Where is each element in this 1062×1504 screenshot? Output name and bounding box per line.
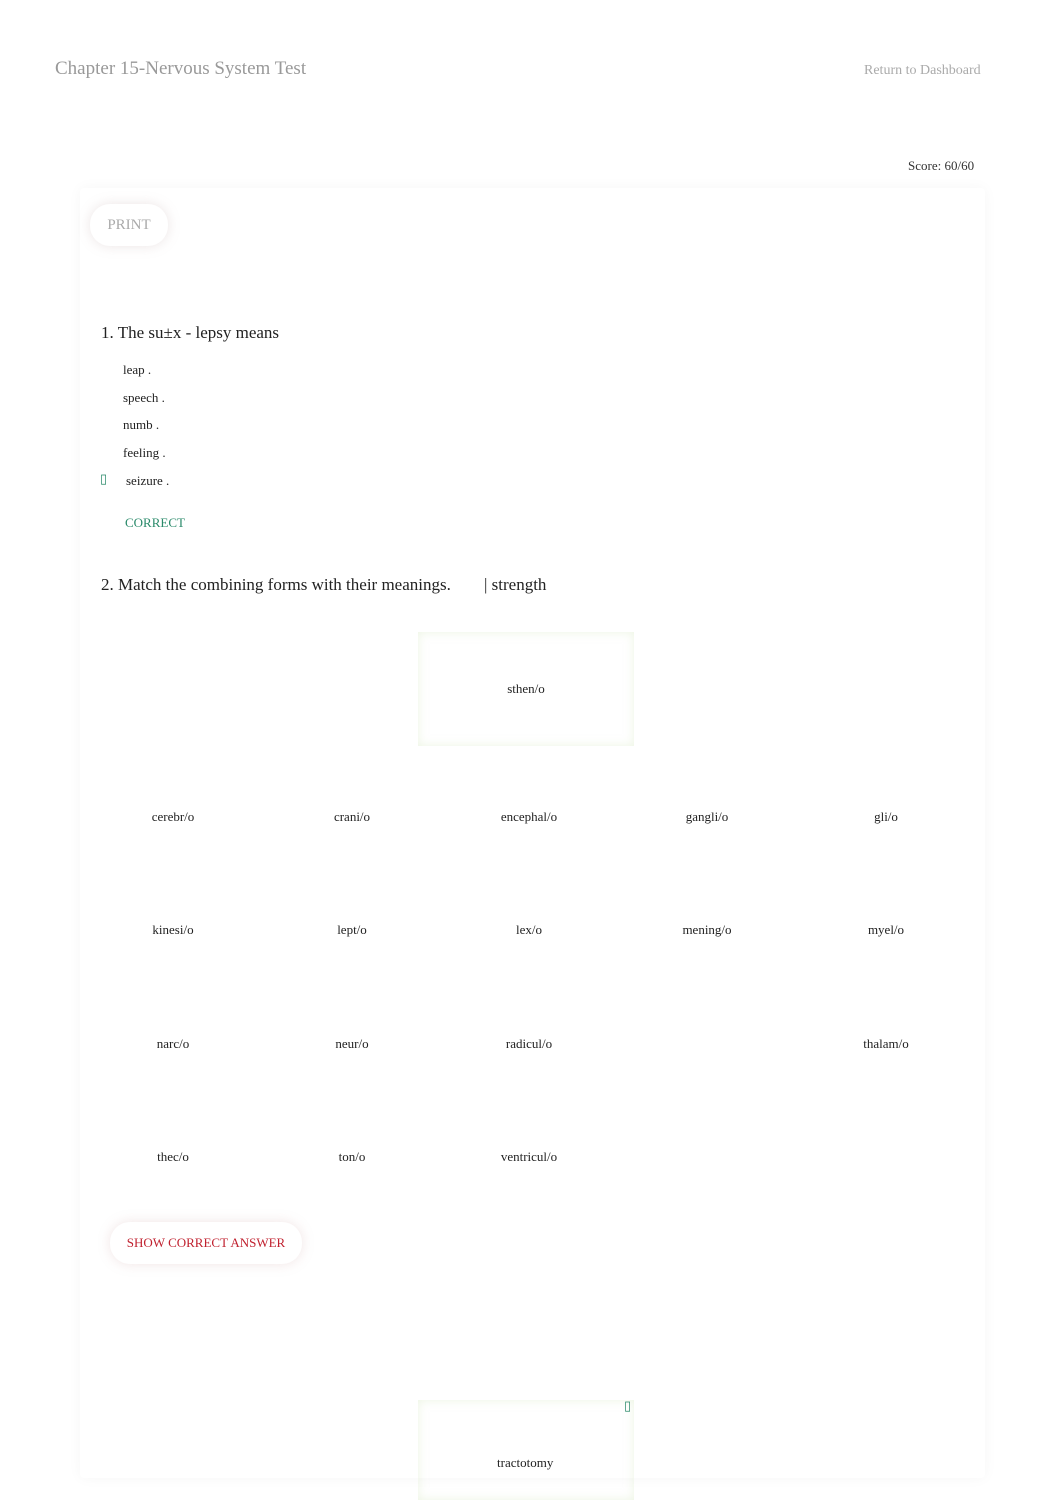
result-label: CORRECT	[125, 515, 185, 530]
option-numb[interactable]: numb .	[123, 417, 159, 433]
draggable-item[interactable]: mening/o	[632, 922, 782, 938]
draggable-item[interactable]: radicul/o	[454, 1036, 604, 1052]
draggable-item[interactable]: thalam/o	[811, 1036, 961, 1052]
return-to-dashboard-link[interactable]: Return to Dashboard	[864, 63, 981, 79]
check-icon: ▯	[100, 471, 108, 486]
question-2-text: 2. Match the combining forms with their …	[101, 575, 451, 594]
score: Score: 60/60	[908, 158, 975, 173]
option-leap[interactable]: leap .	[123, 362, 151, 378]
page-title: Chapter 15-Nervous System Test	[55, 58, 307, 79]
draggable-item[interactable]: crani/o	[277, 809, 427, 825]
check-icon: ▯	[624, 1398, 632, 1413]
option-speech[interactable]: speech .	[123, 390, 165, 406]
draggable-item[interactable]: ton/o	[277, 1149, 427, 1165]
draggable-item[interactable]: lex/o	[454, 922, 604, 938]
draggable-item[interactable]: narc/o	[98, 1036, 248, 1052]
question-2-meaning: | strength	[484, 575, 547, 594]
show-correct-answer-button[interactable]: SHOW CORRECT ANSWER	[110, 1222, 302, 1264]
draggable-item[interactable]: ventricul/o	[454, 1149, 604, 1165]
drop-target-label: sthen/o	[507, 681, 545, 696]
draggable-item[interactable]: gangli/o	[632, 809, 782, 825]
draggable-item[interactable]: gli/o	[811, 809, 961, 825]
draggable-item[interactable]: cerebr/o	[98, 809, 248, 825]
draggable-item[interactable]: myel/o	[811, 922, 961, 938]
drop-target-3-label: tractotomy	[497, 1455, 554, 1470]
draggable-item[interactable]: thec/o	[98, 1149, 248, 1165]
draggable-item[interactable]: encephal/o	[454, 809, 604, 825]
question-1-text: 1. The su±x - lepsy means	[101, 323, 280, 342]
option-seizure[interactable]: seizure .	[126, 473, 169, 489]
draggable-item[interactable]: lept/o	[277, 922, 427, 938]
print-button[interactable]: PRINT	[90, 204, 168, 246]
test-panel	[80, 188, 985, 1478]
drop-target[interactable]: sthen/o	[418, 632, 634, 746]
drop-target-3[interactable]	[418, 1400, 634, 1500]
draggable-item[interactable]: kinesi/o	[98, 922, 248, 938]
draggable-item[interactable]: neur/o	[277, 1036, 427, 1052]
option-feeling[interactable]: feeling .	[123, 445, 166, 461]
